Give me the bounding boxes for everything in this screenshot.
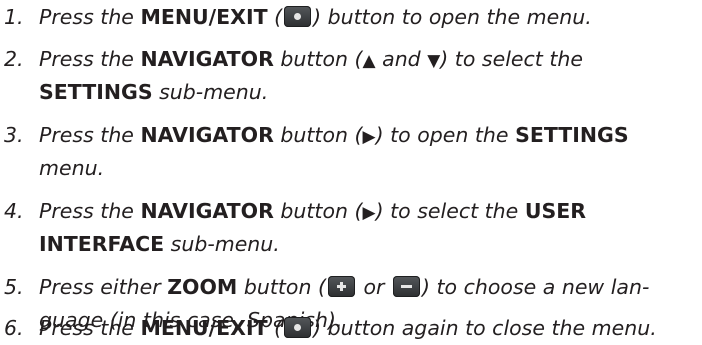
triangle-down-icon: ▼ [427,51,441,71]
triangle-right-icon: ▶ [362,127,376,147]
step-number: 1. [4,5,24,29]
settings-label: SETTINGS [515,123,629,147]
menu-exit-button-icon [284,317,312,338]
navigator-label: NAVIGATOR [140,123,274,147]
step-text: Press the MENU/EXIT () button to open th… [39,5,592,29]
step-text-continued: menu. [39,156,105,180]
step-text-continued: INTERFACE sub-menu. [39,232,280,256]
step-text-continued: SETTINGS sub-menu. [39,80,269,104]
step-text: Press the NAVIGATOR button (▶) to open t… [39,123,629,147]
zoom-plus-button-icon [327,276,355,297]
navigator-label: NAVIGATOR [140,199,274,223]
menu-exit-label: MENU/EXIT [140,5,268,29]
triangle-right-icon: ▶ [362,203,376,223]
triangle-up-icon: ▲ [362,51,376,71]
step-text: Press the MENU/EXIT () button again to c… [39,316,657,340]
step-number: 3. [4,123,24,147]
menu-exit-button-icon [284,6,312,27]
zoom-label: ZOOM [167,275,238,299]
step-text: Press either ZOOM button ( or ) to choos… [39,275,650,299]
step-number: 4. [4,199,24,223]
step-text: Press the NAVIGATOR button (▶) to select… [39,199,587,223]
user-label: USER [524,199,587,223]
settings-label: SETTINGS [39,80,153,104]
step-number: 5. [4,275,24,299]
navigator-label: NAVIGATOR [140,47,274,71]
step-number: 6. [4,316,24,340]
step-text: Press the NAVIGATOR button (▲ and ▼) to … [39,47,583,71]
zoom-minus-button-icon [392,276,420,297]
menu-exit-label: MENU/EXIT [140,316,268,340]
interface-label: INTERFACE [39,232,165,256]
step-number: 2. [4,47,24,71]
